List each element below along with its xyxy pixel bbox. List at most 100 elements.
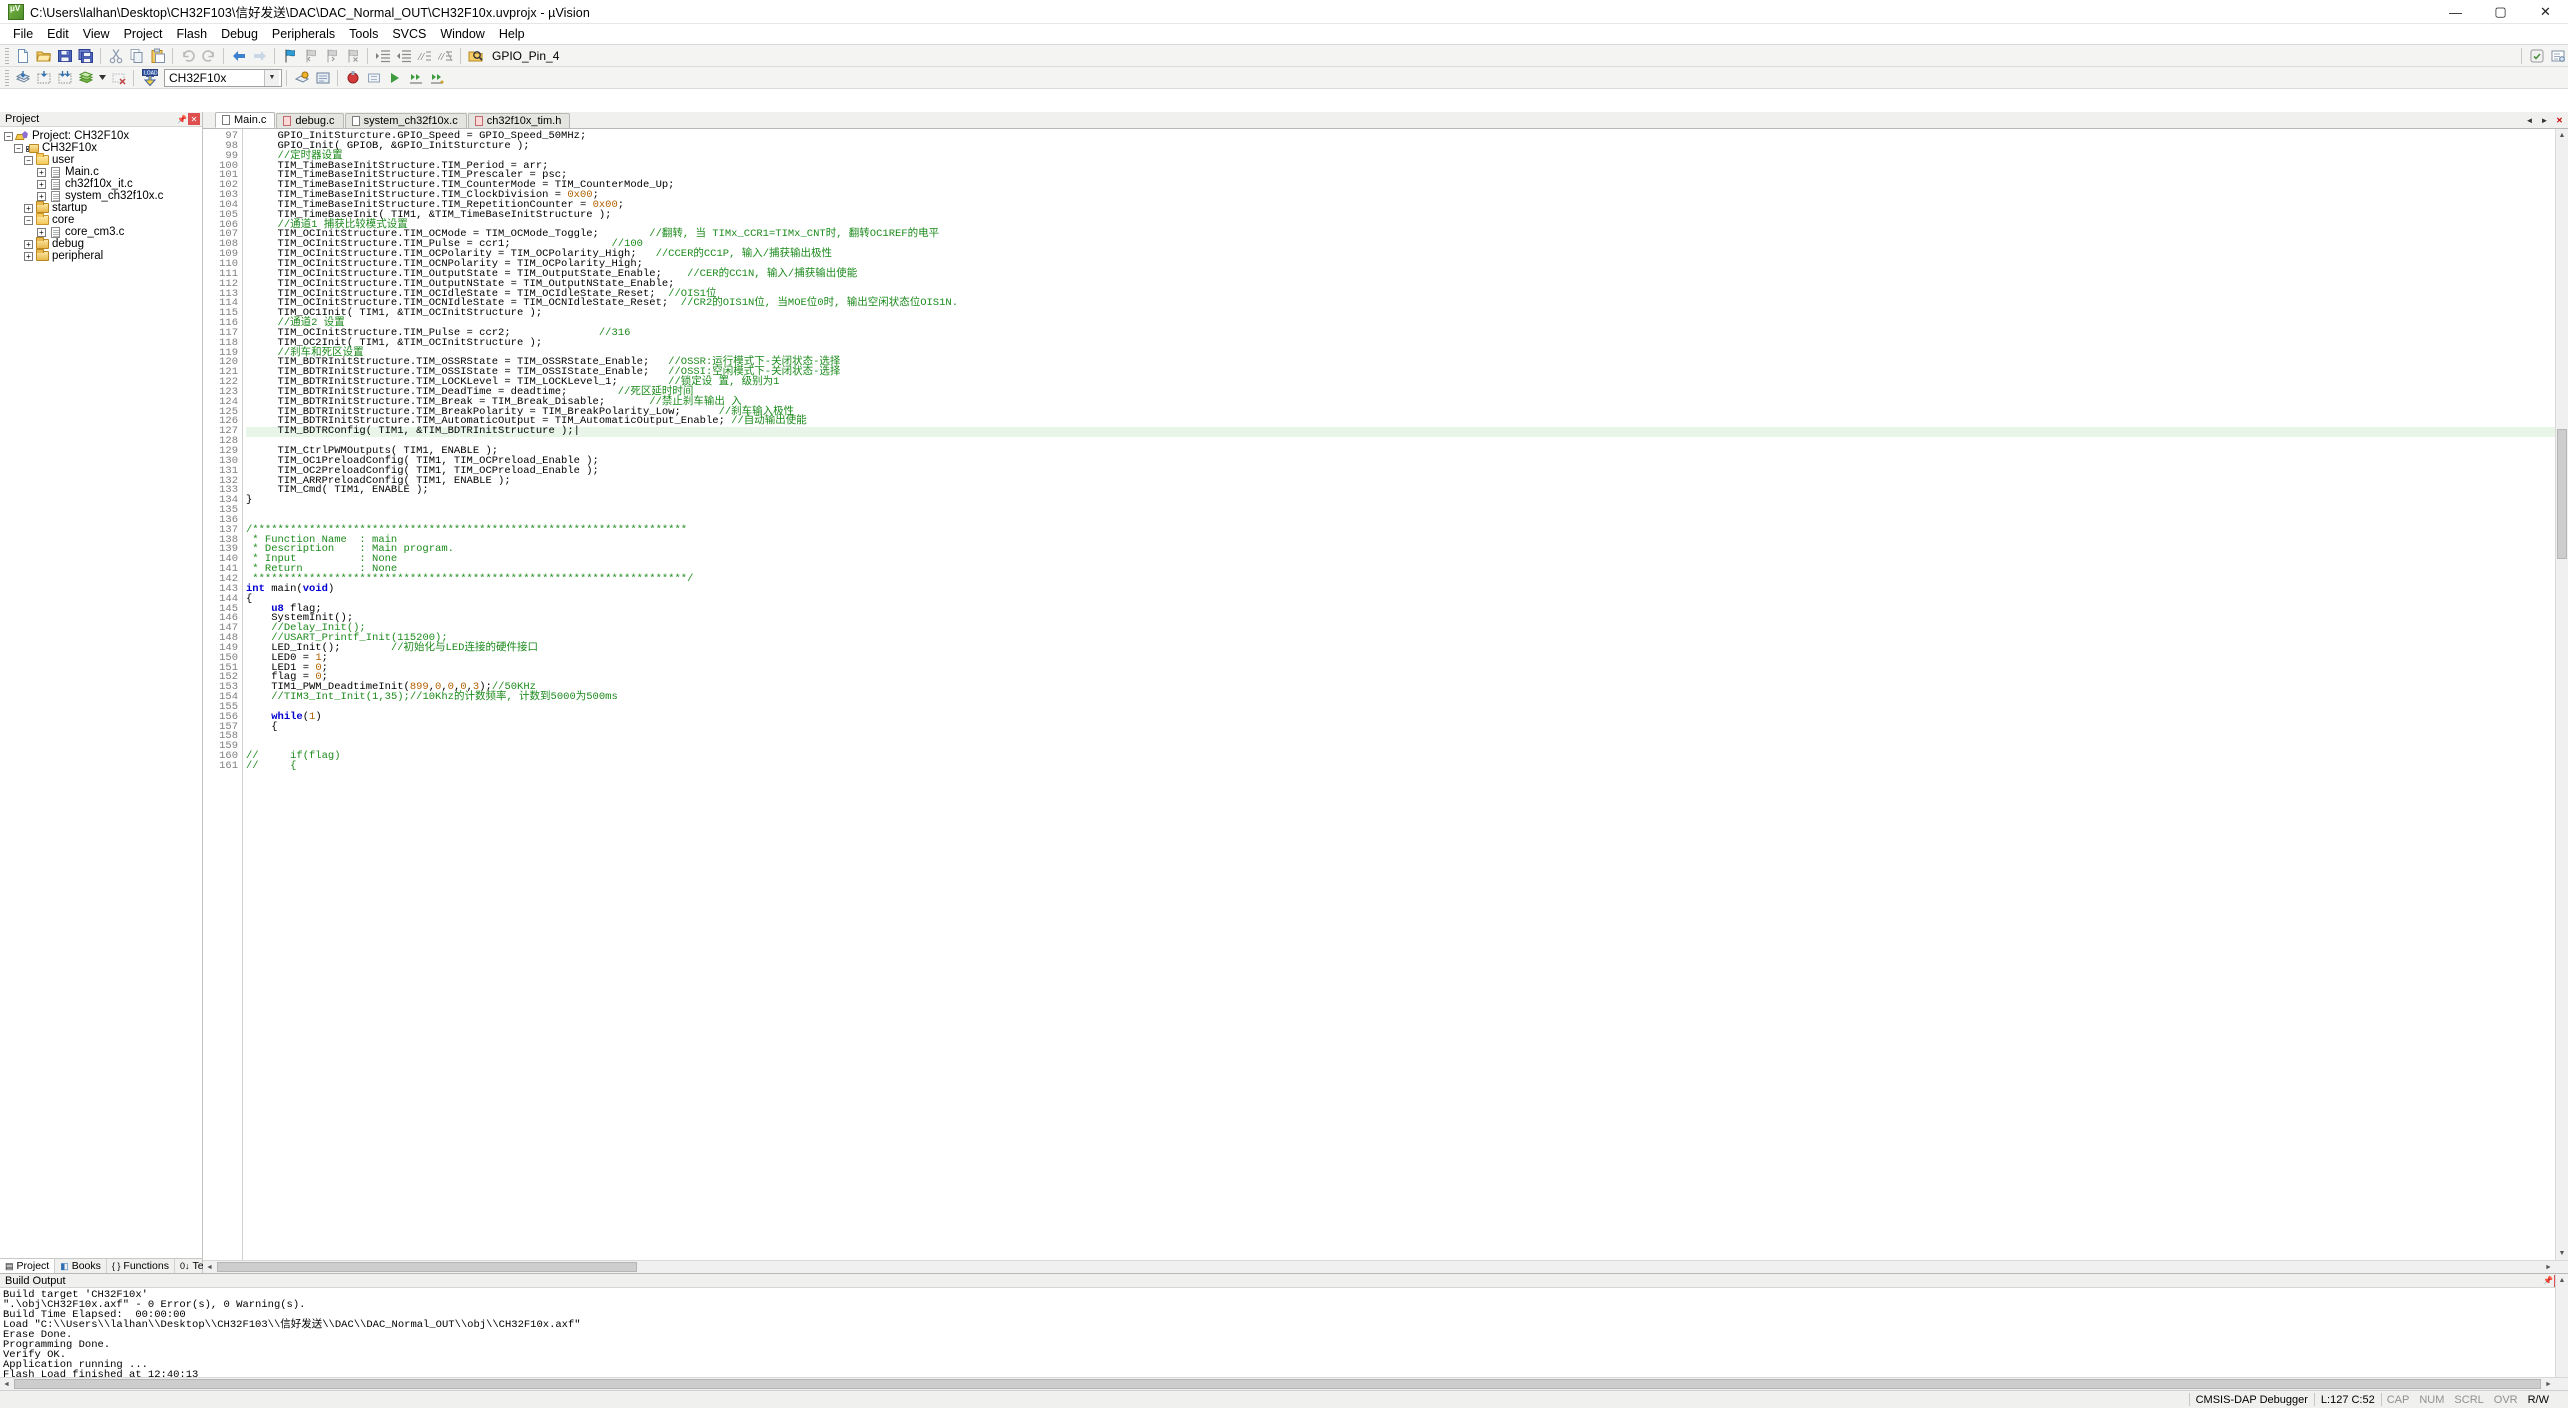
code-line[interactable]: [246, 703, 2568, 713]
close-button[interactable]: ✕: [2523, 0, 2568, 24]
code-line[interactable]: }: [246, 495, 2568, 506]
menu-help[interactable]: Help: [492, 25, 532, 43]
scroll-down-icon[interactable]: ▼: [2556, 1247, 2568, 1260]
scrollbar-thumb[interactable]: [217, 1262, 637, 1272]
code-line[interactable]: TIM_OCInitStructure.TIM_Pulse = ccr2; //…: [246, 328, 2568, 339]
bookmark-clear-icon[interactable]: [342, 46, 363, 65]
bookmark-next-icon[interactable]: [321, 46, 342, 65]
code-line[interactable]: //Delay_Init();: [246, 623, 2568, 634]
bookmark-prev-icon[interactable]: [300, 46, 321, 65]
tree-item-file-corecm3[interactable]: + core_cm3.c: [0, 226, 202, 238]
scroll-left-icon[interactable]: ◄: [0, 1381, 13, 1388]
rebuild-icon[interactable]: [54, 68, 75, 87]
build-icon[interactable]: [33, 68, 54, 87]
code-line[interactable]: TIM_OC1Init( TIM1, &TIM_OCInitStructure …: [246, 308, 2568, 319]
bookmark-toggle-icon[interactable]: [279, 46, 300, 65]
save-all-icon[interactable]: [75, 46, 96, 65]
menu-flash[interactable]: Flash: [169, 25, 214, 43]
expander-icon[interactable]: +: [37, 191, 46, 201]
code-line[interactable]: // {: [246, 761, 2568, 772]
toolbar-grip[interactable]: [5, 47, 9, 64]
target-options-icon[interactable]: [291, 68, 312, 87]
code-editor[interactable]: 97 98 99 100 101 102 103 104 105 106 107 108 109 110 1…: [203, 129, 2568, 1260]
code-line[interactable]: GPIO_Init( GPIOB, &GPIO_InitSturcture );: [246, 141, 2568, 152]
reset-icon[interactable]: [363, 68, 384, 87]
code-line[interactable]: //USART_Printf_Init(115200);: [246, 633, 2568, 644]
project-tree[interactable]: − Project: CH32F10x − CH32F10x − user + …: [0, 127, 202, 1258]
code-line[interactable]: flag = 0;: [246, 672, 2568, 683]
code-line[interactable]: [246, 506, 2568, 516]
code-line[interactable]: [246, 437, 2568, 447]
maximize-button[interactable]: ▢: [2478, 0, 2523, 24]
tree-item-group-core[interactable]: − core: [0, 213, 202, 226]
build-output-text[interactable]: Build target 'CH32F10x' ".\obj\CH32F10x.…: [0, 1288, 2568, 1377]
navigate-forward-icon[interactable]: [249, 46, 270, 65]
scroll-left-icon[interactable]: ◄: [203, 1261, 216, 1274]
tree-item-file-it[interactable]: + ch32f10x_it.c: [0, 178, 202, 190]
expander-icon[interactable]: −: [24, 215, 33, 225]
download-icon[interactable]: LOAD: [138, 68, 162, 87]
code-line[interactable]: TIM_ARRPreloadConfig( TIM1, ENABLE );: [246, 475, 2568, 487]
minimize-button[interactable]: —: [2433, 0, 2478, 24]
code-line[interactable]: TIM_BDTRConfig( TIM1, &TIM_BDTRInitStruc…: [246, 426, 2568, 438]
batch-build-dropdown-icon[interactable]: [96, 68, 108, 87]
undo-icon[interactable]: [177, 46, 198, 65]
expander-icon[interactable]: +: [24, 251, 33, 261]
editor-tab-main-c[interactable]: Main.c: [215, 112, 276, 128]
find-in-files-icon[interactable]: [465, 46, 486, 65]
insert-include-icon[interactable]: [2526, 46, 2547, 65]
code-line[interactable]: [246, 742, 2568, 752]
navigate-back-icon[interactable]: [228, 46, 249, 65]
editor-tab-debug-c[interactable]: debug.c: [276, 113, 344, 128]
tree-item-group-startup[interactable]: + startup: [0, 201, 202, 214]
menu-tools[interactable]: Tools: [342, 25, 385, 43]
expander-icon[interactable]: +: [24, 239, 33, 249]
menu-project[interactable]: Project: [117, 25, 170, 43]
start-debug-icon[interactable]: [342, 68, 363, 87]
code-line[interactable]: LED1 = 0;: [246, 662, 2568, 674]
scroll-right-icon[interactable]: ►: [2542, 1381, 2555, 1388]
scrollbar-thumb[interactable]: [2557, 429, 2567, 559]
menu-view[interactable]: View: [76, 25, 117, 43]
copy-icon[interactable]: [126, 46, 147, 65]
code-line[interactable]: TIM_Cmd( TIM1, ENABLE );: [246, 485, 2568, 496]
pane-tab-books[interactable]: ◧ Books: [55, 1259, 107, 1273]
pin-icon[interactable]: 📌: [176, 113, 188, 125]
batch-build-icon[interactable]: [75, 68, 96, 87]
comment-icon[interactable]: //: [414, 46, 435, 65]
configuration-wizard-icon[interactable]: [2547, 46, 2568, 65]
tree-item-file-system[interactable]: + system_ch32f10x.c: [0, 190, 202, 202]
editor-tab-system-ch32f10x-c[interactable]: system_ch32f10x.c: [344, 113, 467, 128]
open-file-icon[interactable]: [33, 46, 54, 65]
editor-tab-ch32f10x-tim-h[interactable]: ch32f10x_tim.h: [467, 113, 571, 128]
code-line[interactable]: ****************************************…: [246, 574, 2568, 585]
code-line[interactable]: * Input : None: [246, 554, 2568, 565]
code-line[interactable]: LED_Init(); //初始化与LED连接的硬件接口: [246, 643, 2568, 654]
code-line[interactable]: {: [246, 721, 2568, 733]
pane-tab-functions[interactable]: { } Functions: [107, 1259, 175, 1273]
code-line[interactable]: {: [246, 593, 2568, 605]
tree-item-project[interactable]: − Project: CH32F10x: [0, 130, 202, 142]
tree-item-group-peripheral[interactable]: + peripheral: [0, 249, 202, 262]
code-line[interactable]: GPIO_InitSturcture.GPIO_Speed = GPIO_Spe…: [246, 131, 2568, 142]
scroll-right-icon[interactable]: ►: [2538, 114, 2551, 127]
editor-horizontal-scrollbar[interactable]: ◄ ►: [203, 1260, 2568, 1273]
tree-item-target[interactable]: − CH32F10x: [0, 142, 202, 154]
editor-vertical-scrollbar[interactable]: ▲ ▼: [2555, 129, 2568, 1260]
paste-icon[interactable]: [147, 46, 168, 65]
code-line[interactable]: //定时器设置: [246, 150, 2568, 162]
code-line[interactable]: * Description : Main program.: [246, 544, 2568, 555]
expander-icon[interactable]: −: [14, 143, 23, 153]
redo-icon[interactable]: [198, 46, 219, 65]
menu-window[interactable]: Window: [433, 25, 491, 43]
scroll-up-icon[interactable]: ▲: [2556, 129, 2568, 142]
target-select[interactable]: CH32F10x ▼: [164, 68, 282, 87]
step-icon[interactable]: [405, 68, 426, 87]
scrollbar-thumb[interactable]: [14, 1379, 2541, 1389]
code-line[interactable]: LED0 = 1;: [246, 652, 2568, 664]
scroll-left-icon[interactable]: ◄: [2523, 114, 2536, 127]
code-line[interactable]: TIM_OC2PreloadConfig( TIM1, TIM_OCPreloa…: [246, 466, 2568, 477]
menu-file[interactable]: File: [6, 25, 40, 43]
menu-debug[interactable]: Debug: [214, 25, 265, 43]
code-line[interactable]: * Function Name : main: [246, 534, 2568, 546]
